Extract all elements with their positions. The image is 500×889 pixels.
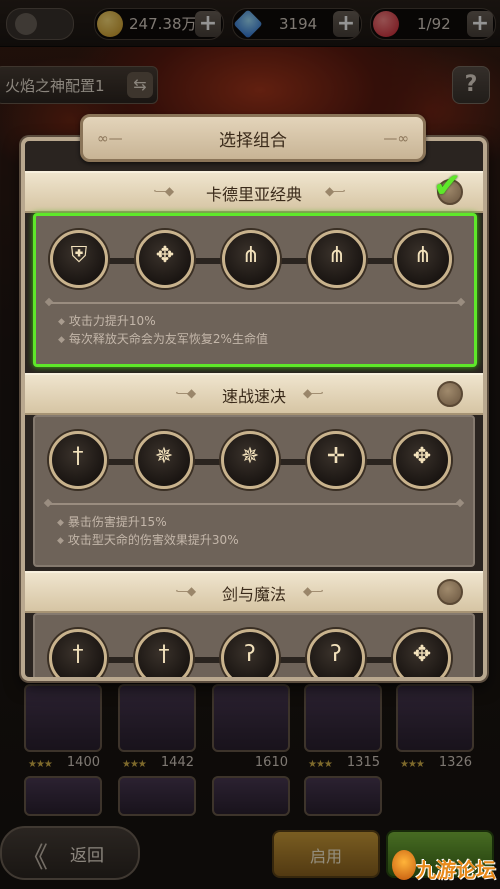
compass-rune-icon[interactable]: ✥ — [136, 230, 194, 288]
sword-rune-icon[interactable]: † — [135, 629, 193, 677]
watermark-text: 九游论坛 — [416, 858, 496, 882]
cross-rune-icon[interactable]: ✛ — [307, 431, 365, 489]
ornament-icon: ◆—· — [325, 184, 346, 198]
site-watermark: 九游论坛 — [392, 850, 498, 884]
combo-panel-quick[interactable]: † ✵ ✵ ✛ ✥ 暴击伤害提升15% 攻击型天命的伤害效果提升30% — [33, 415, 475, 567]
combo-select-dialog: ·—◆ 卡德里亚经典 ◆—· ✔ ⛨ ✥ ⋔ ⋔ ⋔ 攻击力提升10% 每次释放… — [21, 137, 487, 681]
trident-rune-icon[interactable]: ⋔ — [308, 230, 366, 288]
combo-panel-kadria[interactable]: ⛨ ✥ ⋔ ⋔ ⋔ 攻击力提升10% 每次释放天命会为友军恢复2%生命值 — [33, 213, 477, 367]
sword-rune-icon[interactable]: † — [49, 629, 107, 677]
sword-rune-icon[interactable]: † — [49, 431, 107, 489]
combo-effect: 暴击伤害提升15% — [57, 513, 167, 530]
ornament-icon: ◆—· — [303, 386, 324, 400]
compass-rune-icon[interactable]: ✥ — [393, 629, 451, 677]
divider — [49, 503, 459, 505]
hook-rune-icon[interactable]: ʔ — [221, 629, 279, 677]
watermark-logo-icon — [392, 850, 416, 880]
combo-effect: 每次释放天命会为友军恢复2%生命值 — [58, 330, 268, 347]
shield-rune-icon[interactable]: ⛨ — [50, 230, 108, 288]
combo-radio[interactable] — [437, 579, 463, 605]
dialog-title: 选择组合 — [219, 131, 287, 151]
check-icon: ✔ — [433, 166, 462, 206]
combo-effect: 攻击型天命的伤害效果提升30% — [57, 531, 239, 548]
combo-name: 剑与魔法 — [221, 585, 286, 604]
combo-header-quick[interactable]: ·—◆ 速战速决 ◆—· — [25, 373, 483, 415]
ornament-icon: ◆—· — [303, 584, 324, 598]
pinwheel-rune-icon[interactable]: ✵ — [221, 431, 279, 489]
trident-rune-icon[interactable]: ⋔ — [394, 230, 452, 288]
flourish-icon: —∞ — [383, 131, 409, 147]
combo-header-kadria[interactable]: ·—◆ 卡德里亚经典 ◆—· ✔ — [25, 166, 483, 213]
combo-effect: 攻击力提升10% — [58, 312, 156, 329]
combo-radio[interactable] — [437, 381, 463, 407]
dialog-title-plaque: ∞— 选择组合 —∞ — [80, 114, 426, 162]
combo-name: 速战速决 — [221, 387, 286, 406]
divider — [50, 302, 460, 304]
combo-name: 卡德里亚经典 — [205, 185, 302, 204]
combo-panel-sword-magic[interactable]: † † ʔ ʔ ✥ — [33, 613, 475, 677]
compass-rune-icon[interactable]: ✥ — [393, 431, 451, 489]
pinwheel-rune-icon[interactable]: ✵ — [135, 431, 193, 489]
hook-rune-icon[interactable]: ʔ — [307, 629, 365, 677]
combo-header-sword-magic[interactable]: ·—◆ 剑与魔法 ◆—· — [25, 571, 483, 613]
trident-rune-icon[interactable]: ⋔ — [222, 230, 280, 288]
